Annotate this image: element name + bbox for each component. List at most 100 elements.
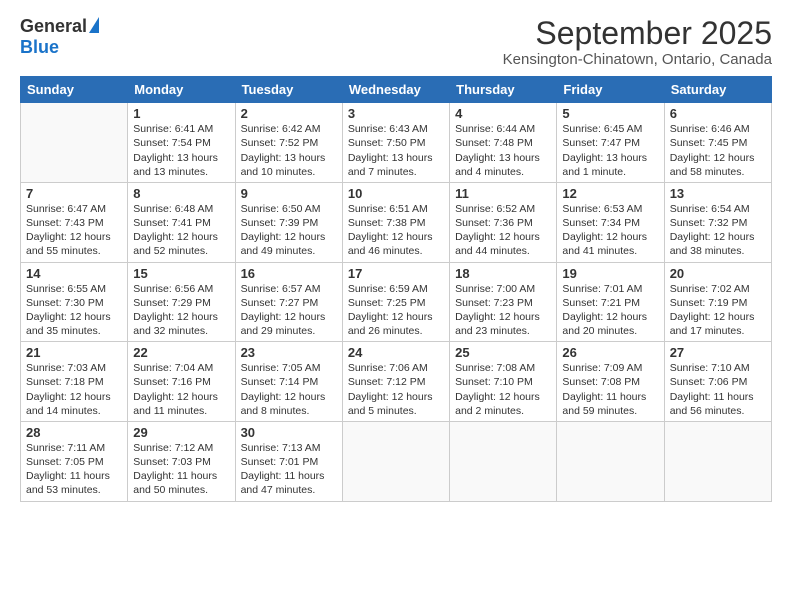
day-info: Sunrise: 7:12 AM Sunset: 7:03 PM Dayligh… [133,441,229,498]
calendar-cell: 12Sunrise: 6:53 AM Sunset: 7:34 PM Dayli… [557,182,664,262]
calendar-week-row: 14Sunrise: 6:55 AM Sunset: 7:30 PM Dayli… [21,262,772,342]
day-number: 17 [348,266,444,281]
calendar-cell: 18Sunrise: 7:00 AM Sunset: 7:23 PM Dayli… [450,262,557,342]
calendar-cell: 24Sunrise: 7:06 AM Sunset: 7:12 PM Dayli… [342,342,449,422]
day-number: 28 [26,425,122,440]
calendar-cell: 30Sunrise: 7:13 AM Sunset: 7:01 PM Dayli… [235,421,342,501]
calendar-cell [664,421,771,501]
day-info: Sunrise: 6:57 AM Sunset: 7:27 PM Dayligh… [241,282,337,339]
calendar-cell: 13Sunrise: 6:54 AM Sunset: 7:32 PM Dayli… [664,182,771,262]
calendar-cell: 4Sunrise: 6:44 AM Sunset: 7:48 PM Daylig… [450,103,557,183]
day-info: Sunrise: 7:02 AM Sunset: 7:19 PM Dayligh… [670,282,766,339]
calendar-week-row: 28Sunrise: 7:11 AM Sunset: 7:05 PM Dayli… [21,421,772,501]
calendar-week-row: 1Sunrise: 6:41 AM Sunset: 7:54 PM Daylig… [21,103,772,183]
calendar-cell: 27Sunrise: 7:10 AM Sunset: 7:06 PM Dayli… [664,342,771,422]
day-number: 2 [241,106,337,121]
day-number: 3 [348,106,444,121]
calendar-week-row: 7Sunrise: 6:47 AM Sunset: 7:43 PM Daylig… [21,182,772,262]
calendar-cell: 2Sunrise: 6:42 AM Sunset: 7:52 PM Daylig… [235,103,342,183]
logo: General Blue [20,16,99,58]
day-number: 30 [241,425,337,440]
day-number: 13 [670,186,766,201]
day-info: Sunrise: 6:45 AM Sunset: 7:47 PM Dayligh… [562,122,658,179]
day-number: 26 [562,345,658,360]
calendar-week-row: 21Sunrise: 7:03 AM Sunset: 7:18 PM Dayli… [21,342,772,422]
day-number: 20 [670,266,766,281]
day-info: Sunrise: 6:44 AM Sunset: 7:48 PM Dayligh… [455,122,551,179]
calendar-cell: 19Sunrise: 7:01 AM Sunset: 7:21 PM Dayli… [557,262,664,342]
calendar-cell: 9Sunrise: 6:50 AM Sunset: 7:39 PM Daylig… [235,182,342,262]
calendar-cell: 29Sunrise: 7:12 AM Sunset: 7:03 PM Dayli… [128,421,235,501]
day-info: Sunrise: 7:11 AM Sunset: 7:05 PM Dayligh… [26,441,122,498]
day-info: Sunrise: 6:41 AM Sunset: 7:54 PM Dayligh… [133,122,229,179]
calendar-cell: 7Sunrise: 6:47 AM Sunset: 7:43 PM Daylig… [21,182,128,262]
day-info: Sunrise: 6:50 AM Sunset: 7:39 PM Dayligh… [241,202,337,259]
day-number: 8 [133,186,229,201]
day-info: Sunrise: 6:56 AM Sunset: 7:29 PM Dayligh… [133,282,229,339]
calendar-header-saturday: Saturday [664,77,771,103]
calendar-cell [450,421,557,501]
calendar-cell: 15Sunrise: 6:56 AM Sunset: 7:29 PM Dayli… [128,262,235,342]
calendar-header-wednesday: Wednesday [342,77,449,103]
day-info: Sunrise: 7:03 AM Sunset: 7:18 PM Dayligh… [26,361,122,418]
calendar-cell: 10Sunrise: 6:51 AM Sunset: 7:38 PM Dayli… [342,182,449,262]
day-info: Sunrise: 6:48 AM Sunset: 7:41 PM Dayligh… [133,202,229,259]
day-number: 24 [348,345,444,360]
calendar-cell: 25Sunrise: 7:08 AM Sunset: 7:10 PM Dayli… [450,342,557,422]
calendar-cell: 21Sunrise: 7:03 AM Sunset: 7:18 PM Dayli… [21,342,128,422]
calendar-cell: 1Sunrise: 6:41 AM Sunset: 7:54 PM Daylig… [128,103,235,183]
day-number: 14 [26,266,122,281]
day-number: 11 [455,186,551,201]
calendar-cell: 20Sunrise: 7:02 AM Sunset: 7:19 PM Dayli… [664,262,771,342]
calendar-cell: 14Sunrise: 6:55 AM Sunset: 7:30 PM Dayli… [21,262,128,342]
day-info: Sunrise: 7:06 AM Sunset: 7:12 PM Dayligh… [348,361,444,418]
calendar-cell [342,421,449,501]
day-info: Sunrise: 7:00 AM Sunset: 7:23 PM Dayligh… [455,282,551,339]
calendar-table: SundayMondayTuesdayWednesdayThursdayFrid… [20,76,772,501]
day-info: Sunrise: 7:04 AM Sunset: 7:16 PM Dayligh… [133,361,229,418]
day-number: 22 [133,345,229,360]
day-info: Sunrise: 7:09 AM Sunset: 7:08 PM Dayligh… [562,361,658,418]
calendar-header-tuesday: Tuesday [235,77,342,103]
calendar-cell: 3Sunrise: 6:43 AM Sunset: 7:50 PM Daylig… [342,103,449,183]
day-number: 29 [133,425,229,440]
calendar-header-row: SundayMondayTuesdayWednesdayThursdayFrid… [21,77,772,103]
day-number: 9 [241,186,337,201]
calendar-cell [21,103,128,183]
calendar-cell [557,421,664,501]
day-number: 19 [562,266,658,281]
day-info: Sunrise: 6:55 AM Sunset: 7:30 PM Dayligh… [26,282,122,339]
day-number: 23 [241,345,337,360]
calendar-cell: 6Sunrise: 6:46 AM Sunset: 7:45 PM Daylig… [664,103,771,183]
day-number: 7 [26,186,122,201]
day-number: 1 [133,106,229,121]
calendar-cell: 16Sunrise: 6:57 AM Sunset: 7:27 PM Dayli… [235,262,342,342]
day-number: 10 [348,186,444,201]
title-block: September 2025 Kensington-Chinatown, Ont… [503,16,772,68]
day-info: Sunrise: 7:08 AM Sunset: 7:10 PM Dayligh… [455,361,551,418]
day-number: 18 [455,266,551,281]
day-info: Sunrise: 6:54 AM Sunset: 7:32 PM Dayligh… [670,202,766,259]
calendar-cell: 22Sunrise: 7:04 AM Sunset: 7:16 PM Dayli… [128,342,235,422]
day-info: Sunrise: 6:52 AM Sunset: 7:36 PM Dayligh… [455,202,551,259]
calendar-cell: 11Sunrise: 6:52 AM Sunset: 7:36 PM Dayli… [450,182,557,262]
day-number: 16 [241,266,337,281]
calendar-header-monday: Monday [128,77,235,103]
day-info: Sunrise: 6:42 AM Sunset: 7:52 PM Dayligh… [241,122,337,179]
day-info: Sunrise: 6:53 AM Sunset: 7:34 PM Dayligh… [562,202,658,259]
day-info: Sunrise: 7:05 AM Sunset: 7:14 PM Dayligh… [241,361,337,418]
logo-blue: Blue [20,37,59,58]
calendar-cell: 28Sunrise: 7:11 AM Sunset: 7:05 PM Dayli… [21,421,128,501]
day-number: 25 [455,345,551,360]
header: General Blue September 2025 Kensington-C… [20,16,772,68]
calendar-header-sunday: Sunday [21,77,128,103]
calendar-cell: 5Sunrise: 6:45 AM Sunset: 7:47 PM Daylig… [557,103,664,183]
day-info: Sunrise: 6:59 AM Sunset: 7:25 PM Dayligh… [348,282,444,339]
day-number: 6 [670,106,766,121]
day-info: Sunrise: 6:47 AM Sunset: 7:43 PM Dayligh… [26,202,122,259]
logo-general: General [20,16,87,37]
day-number: 12 [562,186,658,201]
day-info: Sunrise: 6:43 AM Sunset: 7:50 PM Dayligh… [348,122,444,179]
calendar-cell: 8Sunrise: 6:48 AM Sunset: 7:41 PM Daylig… [128,182,235,262]
logo-triangle-icon [89,17,99,33]
